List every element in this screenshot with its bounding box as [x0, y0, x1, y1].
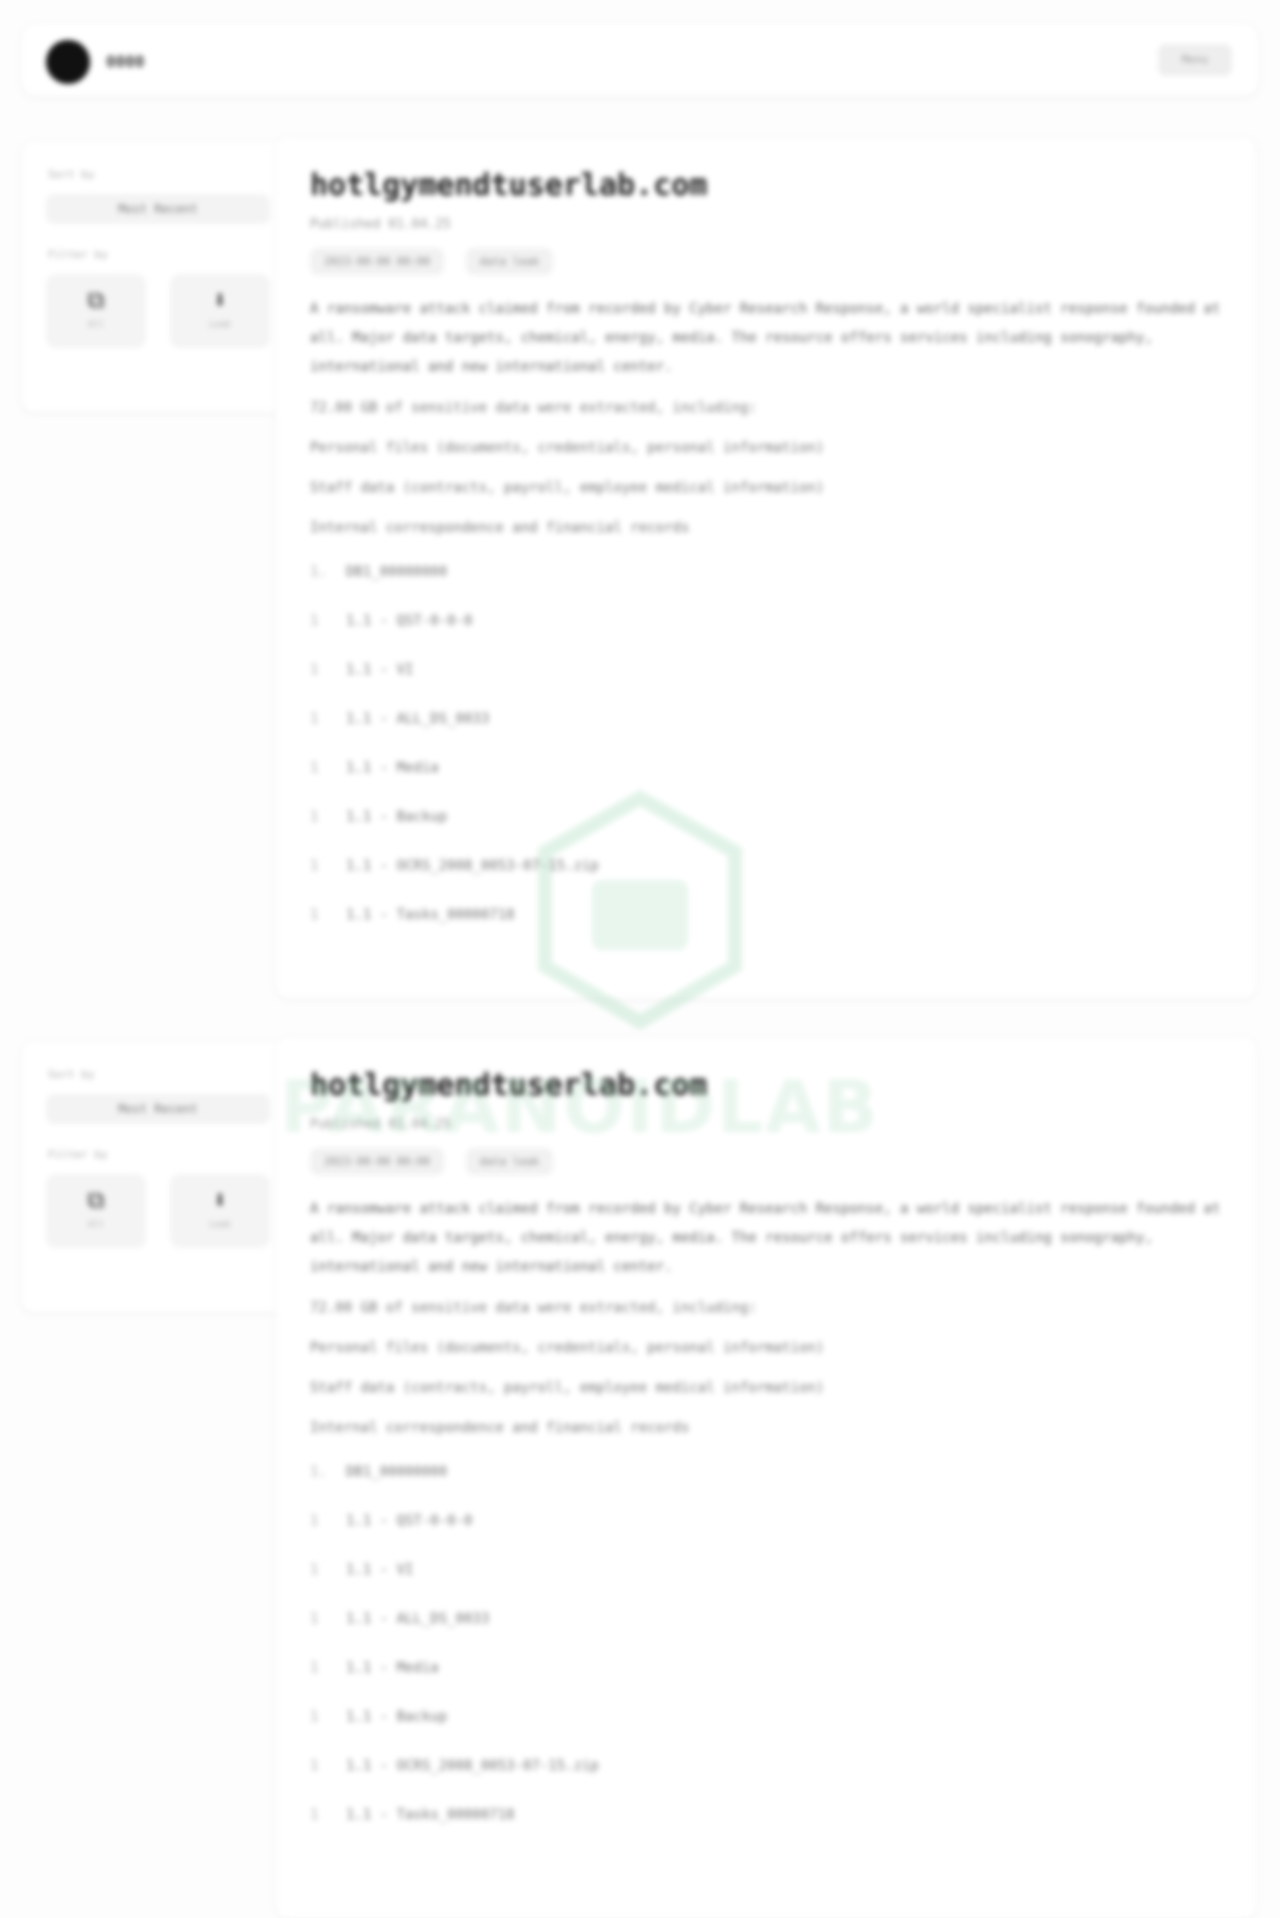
list-item: 1 1.1 - OCRS_2008_0053-07-15.zip	[310, 858, 599, 874]
tag-chip[interactable]: data leak	[465, 1148, 554, 1175]
list-item: 1 1.1 - VI	[310, 662, 414, 678]
post-line: Staff data (contracts, payroll, employee…	[310, 480, 825, 496]
leak-post: hotlgymendtuserlab.com Published 01.04.2…	[276, 1038, 1256, 1918]
list-item: 1 1.1 - QST-0-0-0	[310, 1513, 473, 1529]
brand-logo[interactable]	[46, 40, 90, 84]
tag-chip[interactable]: 2023-00-00 00:00	[310, 1148, 444, 1175]
filter-panel: Sort by Most Recent Filter by ⧉ All ⬇ Le…	[22, 1042, 292, 1312]
post-line: 72.00 GB of sensitive data were extracte…	[310, 1300, 757, 1316]
tile-label: All	[87, 320, 105, 330]
list-item: 1 1.1 - Backup	[310, 809, 448, 825]
top-header: 0000 Menu	[22, 24, 1258, 96]
filter-tile-all[interactable]: ⧉ All	[46, 1174, 146, 1248]
file-list: 1. DB1_00000000 1 1.1 - QST-0-0-0 1 1.1 - V…	[310, 560, 1222, 952]
watermark-logo-icon	[538, 790, 742, 1030]
tag-chip[interactable]: 2023-00-00 00:00	[310, 248, 444, 275]
filter-label: Filter by	[48, 248, 108, 261]
sort-label: Sort by	[48, 1068, 95, 1081]
list-item: 1 1.1 - Media	[310, 760, 439, 776]
tile-label: Leak	[209, 320, 231, 330]
leak-post: hotlgymendtuserlab.com Published 01.04.2…	[276, 138, 1256, 998]
post-date: Published 01.04.25	[310, 217, 451, 232]
menu-button[interactable]: Menu	[1158, 44, 1232, 76]
list-item: 1 1.1 - ALL_DS_0033	[310, 1611, 490, 1627]
sort-select[interactable]: Most Recent	[46, 194, 270, 224]
watermark-text: PARANOIDLAB	[280, 1065, 880, 1149]
stack-icon: ⧉	[87, 1186, 105, 1214]
post-line: Personal files (documents, credentials, …	[310, 440, 825, 456]
list-item: 1 1.1 - ALL_DS_0033	[310, 711, 490, 727]
filter-panel: Sort by Most Recent Filter by ⧉ All ⬇ Le…	[22, 142, 292, 412]
post-line: Staff data (contracts, payroll, employee…	[310, 1380, 825, 1396]
list-item: 1 1.1 - Tasks_00000718	[310, 907, 515, 923]
list-item: 1 1.1 - OCRS_2008_0053-07-15.zip	[310, 1758, 599, 1774]
list-item: 1 1.1 - QST-0-0-0	[310, 613, 473, 629]
tile-label: Leak	[209, 1220, 231, 1230]
post-title[interactable]: hotlgymendtuserlab.com	[310, 168, 1222, 203]
post-line: Personal files (documents, credentials, …	[310, 1340, 825, 1356]
post-line: Internal correspondence and financial re…	[310, 1420, 690, 1436]
filter-tile-all[interactable]: ⧉ All	[46, 274, 146, 348]
tag-list: 2023-00-00 00:00 data leak	[310, 1148, 1222, 1175]
brand-name[interactable]: 0000	[106, 52, 145, 71]
list-item: 1 1.1 - VI	[310, 1562, 414, 1578]
stack-icon: ⧉	[87, 286, 105, 314]
list-item: 1 1.1 - Media	[310, 1660, 439, 1676]
sort-select[interactable]: Most Recent	[46, 1094, 270, 1124]
download-icon: ⬇	[212, 1186, 228, 1214]
tag-chip[interactable]: data leak	[465, 248, 554, 275]
filter-tile-leak[interactable]: ⬇ Leak	[170, 1174, 270, 1248]
post-description: A ransomware attack claimed from recorde…	[310, 1201, 1221, 1275]
filter-tile-leak[interactable]: ⬇ Leak	[170, 274, 270, 348]
list-item: 1 1.1 - Backup	[310, 1709, 448, 1725]
list-item: 1 1.1 - Tasks_00000718	[310, 1807, 515, 1823]
post-line: Internal correspondence and financial re…	[310, 520, 690, 536]
sort-label: Sort by	[48, 168, 95, 181]
post-description: A ransomware attack claimed from recorde…	[310, 301, 1221, 375]
list-item: 1. DB1_00000000	[310, 1464, 448, 1480]
tag-list: 2023-00-00 00:00 data leak	[310, 248, 1222, 275]
download-icon: ⬇	[212, 286, 228, 314]
post-line: 72.00 GB of sensitive data were extracte…	[310, 400, 757, 416]
filter-label: Filter by	[48, 1148, 108, 1161]
list-item: 1. DB1_00000000	[310, 564, 448, 580]
file-list: 1. DB1_00000000 1 1.1 - QST-0-0-0 1 1.1 - V…	[310, 1460, 1222, 1852]
tile-label: All	[87, 1220, 105, 1230]
